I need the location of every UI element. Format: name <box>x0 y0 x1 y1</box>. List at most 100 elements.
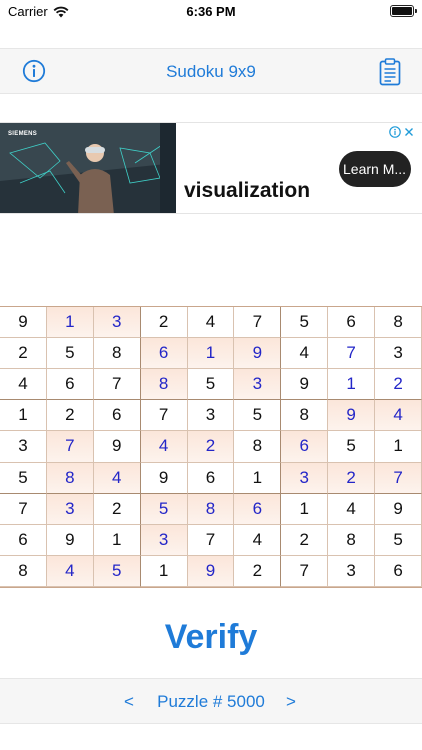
sudoku-cell[interactable]: 6 <box>234 493 282 525</box>
sudoku-cell[interactable]: 8 <box>93 338 141 370</box>
sudoku-cell[interactable]: 5 <box>46 338 94 370</box>
sudoku-cell[interactable]: 6 <box>187 462 235 494</box>
sudoku-cell[interactable]: 2 <box>375 369 422 401</box>
sudoku-cell[interactable]: 2 <box>281 524 329 556</box>
adchoices-icon[interactable] <box>389 126 401 138</box>
sudoku-cell[interactable]: 8 <box>234 431 282 463</box>
sudoku-cell[interactable]: 5 <box>281 307 329 339</box>
sudoku-cell[interactable]: 4 <box>46 555 94 587</box>
sudoku-cell[interactable]: 5 <box>93 555 141 587</box>
sudoku-cell[interactable]: 8 <box>375 307 422 339</box>
sudoku-cell[interactable]: 1 <box>375 431 422 463</box>
sudoku-cell[interactable]: 3 <box>375 338 422 370</box>
sudoku-cell[interactable]: 9 <box>187 555 235 587</box>
sudoku-cell[interactable]: 4 <box>281 338 329 370</box>
verify-button[interactable]: Verify <box>0 618 422 657</box>
sudoku-cell[interactable]: 5 <box>0 462 47 494</box>
sudoku-cell[interactable]: 8 <box>0 555 47 587</box>
ad-learn-more-button[interactable]: Learn M... <box>339 151 411 187</box>
sudoku-cell[interactable]: 3 <box>281 462 329 494</box>
sudoku-cell[interactable]: 6 <box>140 338 188 370</box>
sudoku-cell[interactable]: 4 <box>140 431 188 463</box>
sudoku-cell[interactable]: 7 <box>0 493 47 525</box>
sudoku-cell[interactable]: 5 <box>187 369 235 401</box>
sudoku-cell[interactable]: 7 <box>234 307 282 339</box>
sudoku-cell[interactable]: 8 <box>328 524 376 556</box>
sudoku-cell[interactable]: 5 <box>140 493 188 525</box>
battery-icon <box>390 5 417 17</box>
sudoku-cell[interactable]: 3 <box>234 369 282 401</box>
sudoku-cell[interactable]: 2 <box>93 493 141 525</box>
sudoku-cell[interactable]: 3 <box>0 431 47 463</box>
sudoku-cell[interactable]: 3 <box>187 400 235 432</box>
sudoku-cell[interactable]: 1 <box>46 307 94 339</box>
sudoku-cell[interactable]: 5 <box>328 431 376 463</box>
advertisement-banner[interactable]: SIEMENS visualization Learn M... <box>0 122 422 214</box>
sudoku-cell[interactable]: 5 <box>375 524 422 556</box>
sudoku-cell[interactable]: 9 <box>140 462 188 494</box>
sudoku-cell[interactable]: 4 <box>187 307 235 339</box>
sudoku-cell[interactable]: 5 <box>234 400 282 432</box>
sudoku-cell[interactable]: 6 <box>281 431 329 463</box>
sudoku-cell[interactable]: 8 <box>46 462 94 494</box>
sudoku-cell[interactable]: 9 <box>234 338 282 370</box>
status-bar: Carrier 6:36 PM <box>0 0 422 24</box>
sudoku-cell[interactable]: 4 <box>0 369 47 401</box>
sudoku-cell[interactable]: 6 <box>46 369 94 401</box>
sudoku-cell[interactable]: 9 <box>328 400 376 432</box>
sudoku-cell[interactable]: 2 <box>328 462 376 494</box>
sudoku-cell[interactable]: 7 <box>328 338 376 370</box>
ad-choices[interactable] <box>389 126 414 138</box>
sudoku-cell[interactable]: 2 <box>234 555 282 587</box>
sudoku-cell[interactable]: 1 <box>234 462 282 494</box>
sudoku-cell[interactable]: 7 <box>93 369 141 401</box>
sudoku-cell[interactable]: 1 <box>328 369 376 401</box>
sudoku-cell[interactable]: 7 <box>140 400 188 432</box>
sudoku-cell[interactable]: 6 <box>93 400 141 432</box>
navigation-bar: Sudoku 9x9 <box>0 48 422 94</box>
sudoku-cell[interactable]: 7 <box>46 431 94 463</box>
sudoku-cell[interactable]: 9 <box>46 524 94 556</box>
sudoku-cell[interactable]: 3 <box>46 493 94 525</box>
puzzle-navigation-bar: < Puzzle # 5000 > <box>0 678 422 724</box>
sudoku-cell[interactable]: 2 <box>187 431 235 463</box>
sudoku-cell[interactable]: 3 <box>140 524 188 556</box>
sudoku-cell[interactable]: 9 <box>0 307 47 339</box>
ad-headline[interactable]: visualization <box>184 179 310 203</box>
sudoku-cell[interactable]: 2 <box>46 400 94 432</box>
sudoku-cell[interactable]: 7 <box>281 555 329 587</box>
sudoku-cell[interactable]: 3 <box>328 555 376 587</box>
sudoku-cell[interactable]: 1 <box>187 338 235 370</box>
close-icon[interactable] <box>404 127 414 137</box>
sudoku-cell[interactable]: 2 <box>140 307 188 339</box>
sudoku-cell[interactable]: 7 <box>375 462 422 494</box>
sudoku-cell[interactable]: 6 <box>0 524 47 556</box>
sudoku-cell[interactable]: 9 <box>281 369 329 401</box>
sudoku-cell[interactable]: 2 <box>0 338 47 370</box>
sudoku-board: 9132475682586194734678539121267358943794… <box>0 306 422 588</box>
sudoku-cell[interactable]: 1 <box>140 555 188 587</box>
sudoku-cell[interactable]: 4 <box>328 493 376 525</box>
sudoku-cell[interactable]: 1 <box>281 493 329 525</box>
sudoku-cell[interactable]: 3 <box>93 307 141 339</box>
sudoku-cell[interactable]: 1 <box>0 400 47 432</box>
sudoku-cell[interactable]: 8 <box>140 369 188 401</box>
next-puzzle-button[interactable]: > <box>286 692 296 712</box>
status-time: 6:36 PM <box>186 4 236 19</box>
sudoku-cell[interactable]: 8 <box>281 400 329 432</box>
page-title: Sudoku 9x9 <box>166 62 256 81</box>
ad-brand: SIEMENS <box>8 131 38 137</box>
clipboard-icon[interactable] <box>379 58 401 86</box>
ad-image[interactable]: SIEMENS <box>0 123 176 213</box>
sudoku-cell[interactable]: 7 <box>187 524 235 556</box>
sudoku-cell[interactable]: 1 <box>93 524 141 556</box>
sudoku-cell[interactable]: 6 <box>375 555 422 587</box>
puzzle-number-label: Puzzle # 5000 <box>157 692 265 711</box>
sudoku-cell[interactable]: 4 <box>375 400 422 432</box>
sudoku-cell[interactable]: 9 <box>93 431 141 463</box>
sudoku-cell[interactable]: 6 <box>328 307 376 339</box>
sudoku-cell[interactable]: 8 <box>187 493 235 525</box>
sudoku-cell[interactable]: 4 <box>93 462 141 494</box>
sudoku-cell[interactable]: 4 <box>234 524 282 556</box>
sudoku-cell[interactable]: 9 <box>375 493 422 525</box>
